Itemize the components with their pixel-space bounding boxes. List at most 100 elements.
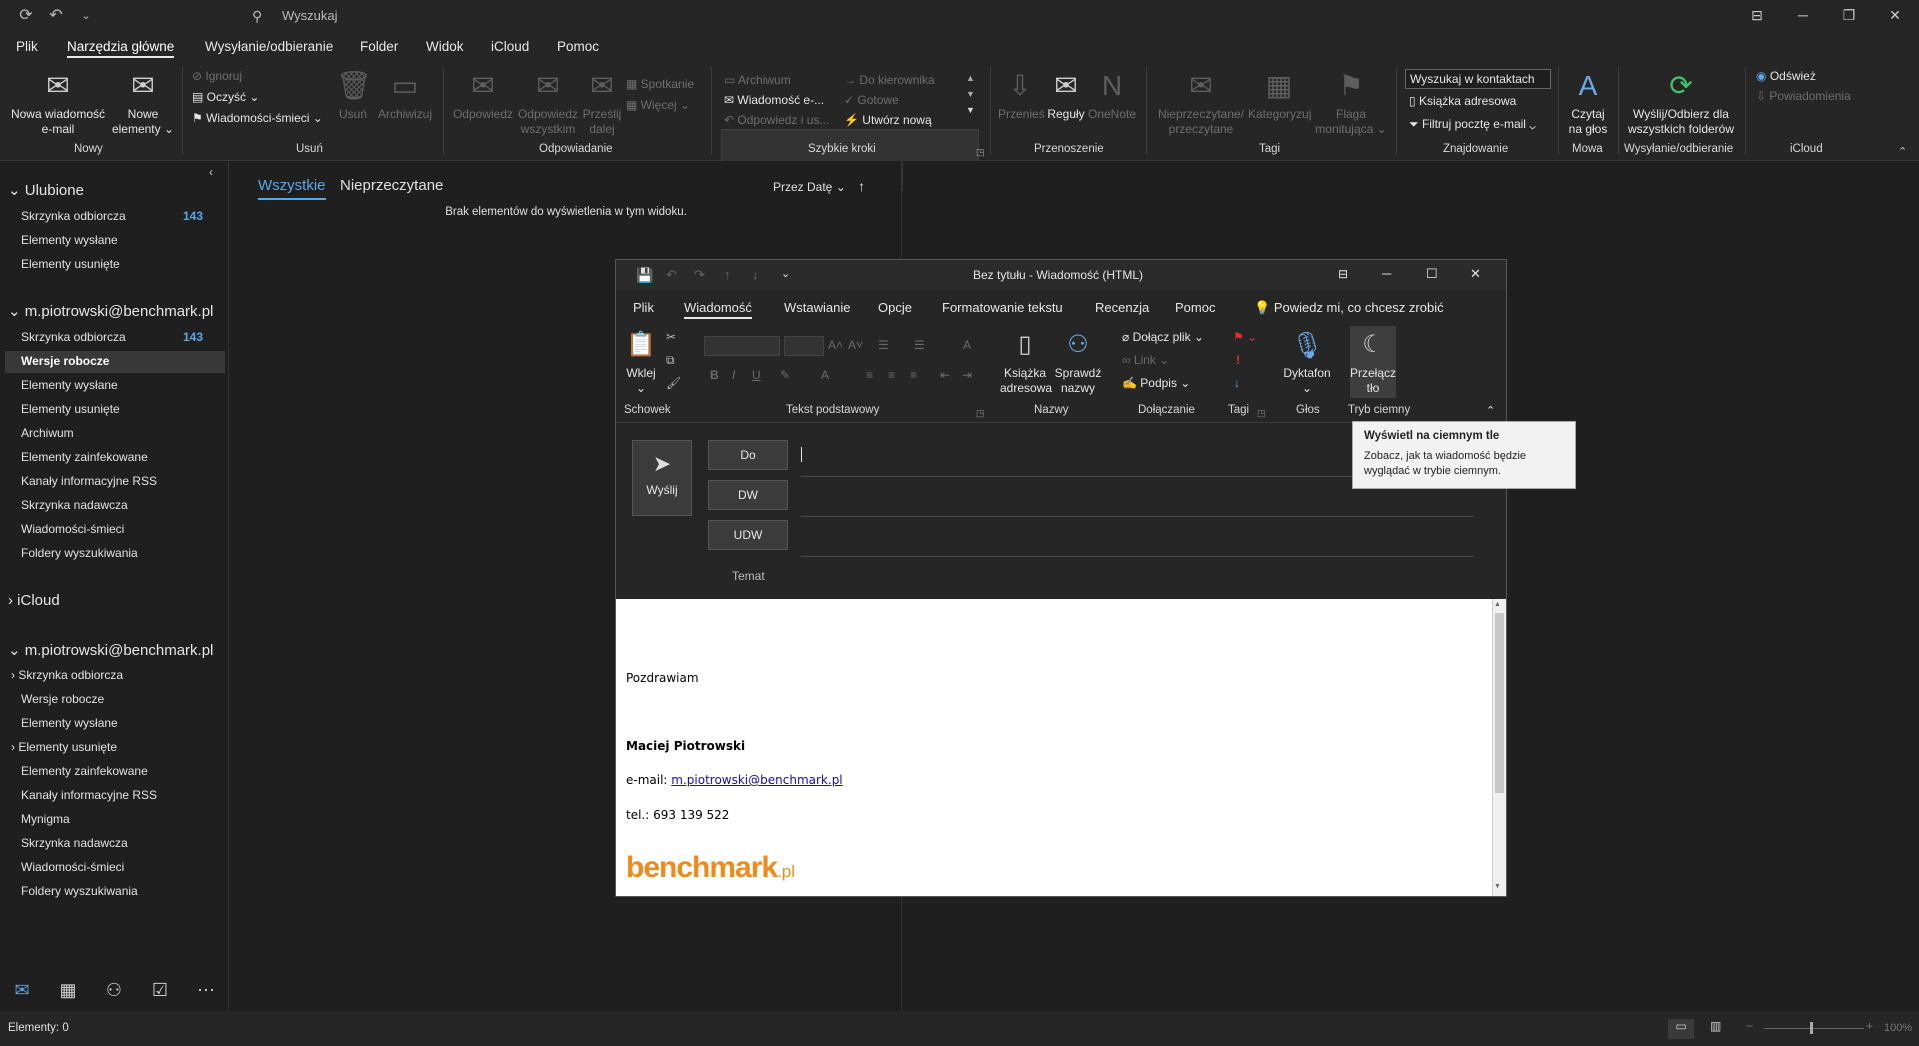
follow-up-flag-icon[interactable]: ⚑ ⌄ xyxy=(1233,330,1257,345)
tab-view[interactable]: Widok xyxy=(426,39,464,54)
decrease-indent-icon[interactable]: ⇤ xyxy=(940,368,950,383)
qs-reply-delete[interactable]: ↶ Odpowiedz i us... xyxy=(724,113,829,128)
cut-icon[interactable]: ✂ xyxy=(666,330,676,345)
paste-button[interactable]: 📋 Wklej ⌄ xyxy=(626,328,656,396)
tell-me-box[interactable]: 💡 Powiedz mi, co chcesz zrobić xyxy=(1254,300,1444,316)
align-right-icon[interactable]: ≡ xyxy=(910,368,917,383)
bold-icon[interactable]: B xyxy=(710,368,719,383)
high-importance-icon[interactable]: ! xyxy=(1236,353,1240,368)
address-book-button[interactable]: ▯ Książka adresowa xyxy=(1000,328,1052,396)
tab-unread[interactable]: Nieprzeczytane xyxy=(340,177,443,194)
attach-file-button[interactable]: ⌀ Dołącz plik ⌄ xyxy=(1122,330,1204,345)
folder-item[interactable]: Skrzynka odbiorcza 143 xyxy=(21,330,221,344)
new-email-button[interactable]: ✉ Nowa wiadomość e-mail xyxy=(8,69,108,137)
cc-field[interactable] xyxy=(801,516,1474,517)
collapse-pane-icon[interactable]: ‹ xyxy=(209,165,213,180)
zoom-in-icon[interactable]: + xyxy=(1866,1019,1873,1033)
folder-item[interactable]: Wersje robocze xyxy=(21,692,104,706)
check-names-button[interactable]: ⚇ Sprawdź nazwy xyxy=(1052,328,1104,396)
tasks-icon[interactable]: ☑ xyxy=(148,980,172,1004)
minimize-button[interactable]: ─ xyxy=(1382,266,1391,281)
qs-manager[interactable]: → Do kierownika xyxy=(844,73,935,88)
delete-button[interactable]: 🗑 Usuń xyxy=(336,69,372,122)
read-aloud-button[interactable]: A Czytaj na głos xyxy=(1562,69,1614,137)
save-icon[interactable]: 💾 xyxy=(636,267,653,284)
search-contacts-input[interactable]: Wyszukaj w kontaktach xyxy=(1405,69,1551,89)
cc-button[interactable]: DW xyxy=(708,480,788,510)
folder-item[interactable]: › Elementy usunięte xyxy=(11,740,117,754)
increase-indent-icon[interactable]: ⇥ xyxy=(962,368,972,383)
next-item-icon[interactable]: ↓ xyxy=(752,267,759,282)
scroll-up-icon[interactable]: ▲ xyxy=(1494,601,1501,608)
tab-file[interactable]: Plik xyxy=(633,300,654,315)
customize-quick-access-icon[interactable]: ⌄ xyxy=(76,6,96,26)
onenote-button[interactable]: N OneNote xyxy=(1088,69,1136,122)
body-scrollbar[interactable]: ▲ ▼ xyxy=(1492,599,1506,896)
qs-archive[interactable]: ▭ Archiwum xyxy=(724,73,791,88)
address-book-button[interactable]: ▯ Książka adresowa xyxy=(1409,94,1516,109)
tab-send-receive[interactable]: Wysyłanie/odbieranie xyxy=(205,39,333,54)
tab-review[interactable]: Recenzja xyxy=(1095,300,1149,315)
junk-button[interactable]: ⚑ Wiadomości-śmieci ⌄ xyxy=(192,111,323,126)
more-apps-icon[interactable]: ⋯ xyxy=(194,980,218,1004)
redo-icon[interactable]: ↷ xyxy=(694,267,705,283)
zoom-slider-thumb[interactable] xyxy=(1810,1022,1813,1034)
zoom-slider[interactable] xyxy=(1764,1028,1864,1029)
qs-done[interactable]: ✓ Gotowe xyxy=(844,93,899,108)
dialog-launcher-icon[interactable]: ◳ xyxy=(976,145,985,160)
reading-view-icon[interactable]: ▥ xyxy=(1710,1019,1721,1033)
account2-header[interactable]: ⌄ m.piotrowski@benchmark.pl xyxy=(8,641,213,659)
unread-read-button[interactable]: ✉ Nieprzeczytane/przeczytane xyxy=(1156,69,1246,137)
underline-icon[interactable]: U xyxy=(752,368,761,383)
grow-font-icon[interactable]: A˄ xyxy=(828,338,843,353)
folder-item[interactable]: Elementy wysłane xyxy=(21,716,118,730)
folder-item[interactable]: Elementy zainfekowane xyxy=(21,764,148,778)
send-button[interactable]: ➤ Wyślij xyxy=(632,440,692,516)
shrink-font-icon[interactable]: A˅ xyxy=(848,338,863,353)
previous-item-icon[interactable]: ↑ xyxy=(724,267,731,282)
highlight-icon[interactable]: ✎ xyxy=(780,368,790,383)
signature-button[interactable]: ✍ Podpis ⌄ xyxy=(1122,376,1190,391)
calendar-icon[interactable]: ▦ xyxy=(56,980,80,1004)
italic-icon[interactable]: I xyxy=(732,368,735,383)
folder-item[interactable]: Foldery wyszukiwania xyxy=(21,884,138,898)
icloud-header[interactable]: › iCloud xyxy=(8,592,60,609)
folder-item[interactable]: Elementy wysłane xyxy=(21,378,118,392)
dictate-button[interactable]: 🎙 Dyktafon ⌄ xyxy=(1280,328,1334,396)
bullets-icon[interactable]: ☰ xyxy=(878,338,889,353)
folder-item[interactable]: Kanały informacyjne RSS xyxy=(21,474,157,488)
to-button[interactable]: Do xyxy=(708,440,788,470)
scroll-down-icon[interactable]: ▼ xyxy=(1494,883,1501,890)
tab-help[interactable]: Pomoc xyxy=(1175,300,1215,315)
bcc-field[interactable] xyxy=(801,556,1474,557)
font-color-icon[interactable]: A xyxy=(821,368,829,383)
collapse-ribbon-icon[interactable]: ⌃ xyxy=(1486,404,1495,419)
follow-up-flag-button[interactable]: ⚑ Flaga monitująca ⌄ xyxy=(1314,69,1388,137)
normal-view-icon[interactable]: ▭ xyxy=(1668,1019,1694,1039)
format-painter-icon[interactable]: 🖌 xyxy=(666,376,681,391)
reply-all-button[interactable]: ✉ Odpowiedz wszystkim xyxy=(516,69,580,137)
folder-item[interactable]: Elementy wysłane xyxy=(21,233,118,247)
numbering-icon[interactable]: ☰ xyxy=(914,338,925,353)
folder-item[interactable]: Foldery wyszukiwania xyxy=(21,546,138,560)
tab-file[interactable]: Plik xyxy=(16,39,38,54)
font-name-dropdown[interactable] xyxy=(704,336,780,356)
tab-message[interactable]: Wiadomość xyxy=(684,300,752,319)
link-button[interactable]: ∞ Link ⌄ xyxy=(1122,353,1169,368)
sync-icon[interactable]: ⟳ xyxy=(16,6,36,26)
tab-format-text[interactable]: Formatowanie tekstu xyxy=(942,300,1063,315)
qs-create-new[interactable]: ⚡ Utwórz nową xyxy=(844,113,932,128)
cleanup-button[interactable]: ▤ Oczyść ⌄ xyxy=(192,90,259,105)
sort-button[interactable]: Przez Datę ⌄ xyxy=(773,180,846,194)
qs-email[interactable]: ✉ Wiadomość e-... xyxy=(724,93,824,108)
folder-item[interactable]: Kanały informacyjne RSS xyxy=(21,788,157,802)
ribbon-display-options-icon[interactable]: ⊟ xyxy=(1338,267,1348,281)
low-importance-icon[interactable]: ↓ xyxy=(1234,376,1240,391)
people-icon[interactable]: ⚇ xyxy=(102,980,126,1004)
email-link[interactable]: m.piotrowski@benchmark.pl xyxy=(671,773,842,787)
ignore-button[interactable]: ⊘ Ignoruj xyxy=(192,69,242,84)
move-button[interactable]: ⇩ Przenieś xyxy=(998,69,1045,122)
folder-item[interactable]: Wiadomości-śmieci xyxy=(21,860,124,874)
meeting-button[interactable]: ▦ Spotkanie xyxy=(626,77,694,92)
tab-options[interactable]: Opcje xyxy=(878,300,912,315)
